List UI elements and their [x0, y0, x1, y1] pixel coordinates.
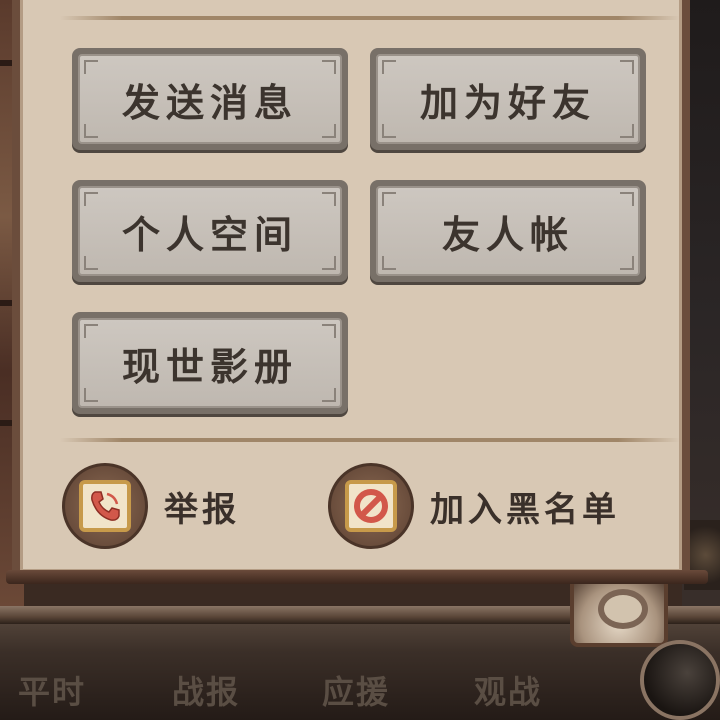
tab-battle-report[interactable]: 战报	[172, 665, 240, 720]
friend-book-label: 友人帐	[441, 211, 574, 257]
add-friend-button[interactable]: 加为好友	[370, 48, 646, 150]
friend-book-button[interactable]: 友人帐	[370, 180, 646, 282]
send-message-label: 发送消息	[121, 79, 298, 125]
report-action[interactable]: 举报	[62, 462, 240, 550]
prohibit-icon	[354, 489, 388, 523]
tab-support[interactable]: 应援	[322, 665, 390, 720]
player-action-panel: 发送消息 加为好友 个人空间 友人帐 现世影册 举报 加入黑名单	[12, 0, 690, 580]
photo-album-button[interactable]: 现世影册	[72, 312, 348, 414]
tab-normal[interactable]: 平时	[18, 665, 86, 720]
panel-top-divider	[60, 16, 680, 20]
blacklist-label: 加入黑名单	[430, 489, 620, 530]
tab-spectate[interactable]: 观战	[474, 665, 542, 720]
panel-bottom-rod	[6, 570, 708, 584]
phone-icon	[91, 491, 120, 521]
blacklist-action[interactable]: 加入黑名单	[328, 462, 620, 550]
report-label: 举报	[164, 489, 240, 530]
add-friend-label: 加为好友	[419, 79, 596, 125]
photo-album-label: 现世影册	[121, 343, 298, 389]
blacklist-button[interactable]	[328, 463, 414, 549]
report-button[interactable]	[62, 463, 148, 549]
drum-decoration	[640, 640, 720, 720]
gear-icon	[598, 589, 648, 629]
personal-space-button[interactable]: 个人空间	[72, 180, 348, 282]
bottom-tabs: 平时 战报 应援 观战	[0, 665, 720, 720]
settings-button[interactable]	[570, 575, 668, 647]
personal-space-label: 个人空间	[121, 211, 298, 257]
panel-bottom-divider	[60, 438, 680, 442]
send-message-button[interactable]: 发送消息	[72, 48, 348, 150]
